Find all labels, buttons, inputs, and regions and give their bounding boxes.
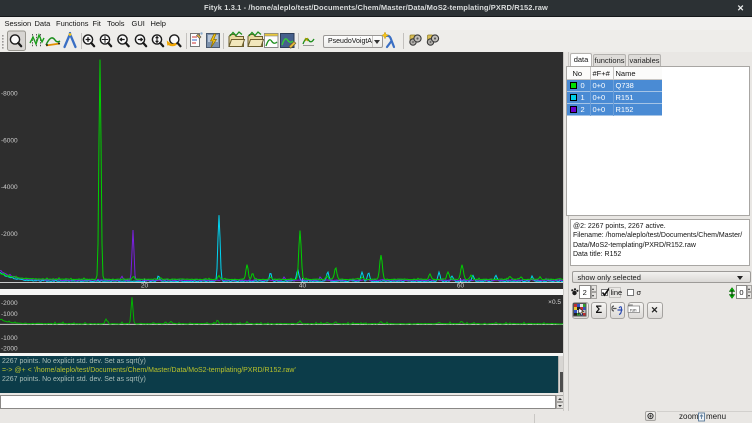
svg-text:-2000: -2000 [1,300,18,307]
svg-text:-6000: -6000 [1,137,18,144]
svg-text:×0.5: ×0.5 [548,299,561,306]
svg-text:-1000: -1000 [1,335,18,342]
svg-text:run: run [630,307,637,312]
svg-text:-2000: -2000 [1,345,18,352]
svg-text:-4000: -4000 [1,184,18,191]
svg-text:-2000: -2000 [1,231,18,238]
svg-text:-1000: -1000 [1,311,18,318]
svg-text:-8000: -8000 [1,91,18,98]
